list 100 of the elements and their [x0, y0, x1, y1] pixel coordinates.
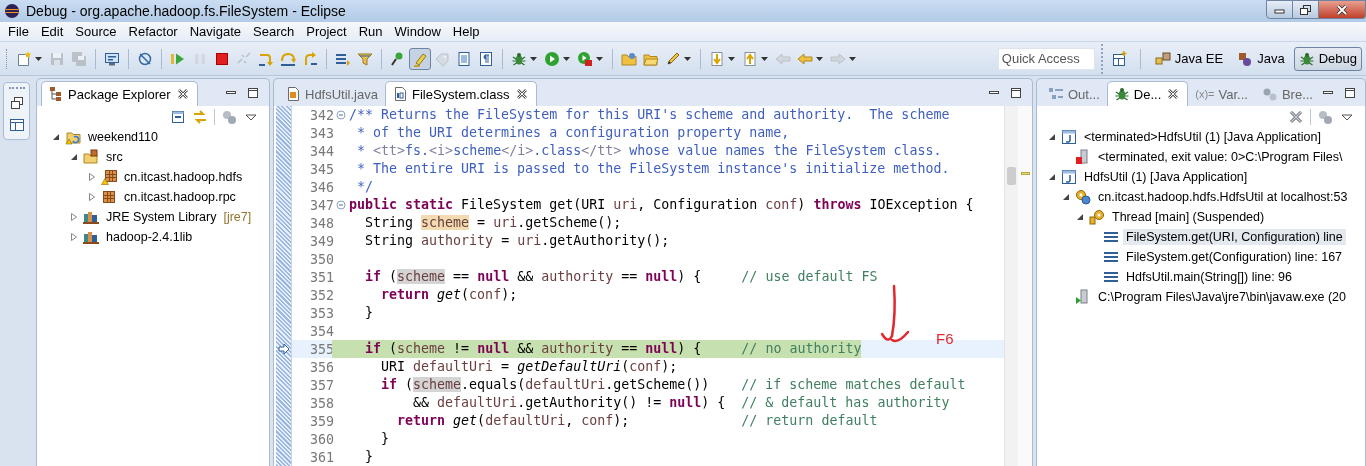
- close-button[interactable]: [1319, 0, 1366, 19]
- package-folder-icon: [83, 149, 99, 165]
- monitor-icon[interactable]: [104, 50, 120, 67]
- line-number: 357: [308, 377, 334, 393]
- view-tab[interactable]: HdfsUtil.java: [278, 81, 385, 106]
- menu-item[interactable]: Help: [446, 23, 486, 40]
- tree-item[interactable]: JRE System Library: [103, 209, 220, 225]
- collapsed-arrow-icon[interactable]: [87, 192, 97, 202]
- tree-item[interactable]: cn.itcast.hadoop.rpc: [121, 189, 239, 205]
- expanded-arrow-icon[interactable]: [1075, 212, 1085, 222]
- tree-item[interactable]: weekend110: [85, 129, 161, 145]
- caret-icon[interactable]: [34, 54, 43, 63]
- slashed-circle-icon[interactable]: [137, 50, 153, 67]
- tree-item[interactable]: hadoop-2.4.1lib: [103, 229, 196, 245]
- play-toolbox-icon[interactable]: [577, 50, 593, 67]
- expanded-arrow-icon[interactable]: [1047, 132, 1057, 142]
- restore-button[interactable]: [1293, 0, 1319, 19]
- project-folder-icon: [65, 129, 81, 145]
- code-line: String scheme = uri.getScheme();: [364, 214, 622, 232]
- perspective-button[interactable]: Debug: [1293, 46, 1362, 71]
- up-curved-arrow-icon[interactable]: [302, 50, 318, 67]
- scrollbar-thumb[interactable]: [1007, 167, 1016, 185]
- tree-item[interactable]: src: [103, 149, 126, 165]
- expanded-arrow-icon[interactable]: [1047, 172, 1057, 182]
- tree-item[interactable]: HdfsUtil.main(String[]) line: 96: [1123, 269, 1296, 285]
- application-window-icon: [1061, 169, 1077, 185]
- expanded-arrow-icon[interactable]: [69, 152, 79, 162]
- code-line: URI defaultUri = getDefaultUri(conf);: [380, 358, 678, 376]
- expanded-arrow-icon[interactable]: [1061, 192, 1071, 202]
- collapse-all-icon[interactable]: [170, 108, 186, 125]
- app-icon: [4, 3, 20, 19]
- bug-icon: [1298, 50, 1315, 67]
- tree-item[interactable]: cn.itcast.hadoop.hdfs.HdfsUtil at localhost:53: [1095, 189, 1351, 205]
- curved-arrow-icon[interactable]: [280, 50, 296, 67]
- line-number: 345: [308, 161, 334, 177]
- caret-icon[interactable]: [562, 54, 571, 63]
- collapsed-arrow-icon[interactable]: [69, 232, 79, 242]
- remove-all-icon[interactable]: [1288, 108, 1304, 125]
- tree-item[interactable]: C:\Program Files\Java\jre7\bin\javaw.exe (20: [1095, 289, 1350, 305]
- menu-item[interactable]: Project: [300, 23, 353, 40]
- pencil-icon[interactable]: [665, 50, 681, 67]
- arrows-filter-icon[interactable]: [357, 50, 373, 67]
- stop-square-icon[interactable]: [214, 50, 230, 67]
- code-line: }: [364, 304, 374, 322]
- document-lines-icon[interactable]: [456, 50, 472, 67]
- view-tab[interactable]: FileSystem.class: [384, 81, 537, 106]
- caret-icon[interactable]: [595, 54, 604, 63]
- code-line: */: [356, 178, 374, 196]
- tree-item[interactable]: Thread [main] (Suspended): [1109, 209, 1268, 225]
- line-number: 350: [308, 251, 334, 267]
- tree-item[interactable]: FileSystem.get(Configuration) line: 167: [1123, 249, 1346, 265]
- package-stack-icon: [1237, 50, 1254, 67]
- menu-item[interactable]: Refactor: [122, 23, 184, 40]
- collapsed-arrow-icon[interactable]: [69, 212, 79, 222]
- package-tree-icon: [48, 86, 64, 102]
- view-tab[interactable]: De...: [1106, 81, 1189, 106]
- books-icon: [83, 229, 99, 245]
- perspective-button[interactable]: Java: [1232, 46, 1290, 71]
- view-tab[interactable]: (x)= Var...: [1188, 81, 1255, 106]
- tree-item[interactable]: FileSystem.get(URI, Configuration) line: [1123, 229, 1346, 245]
- tree-item[interactable]: <terminated, exit value: 0>C:\Program Files\: [1095, 149, 1346, 165]
- menu-item[interactable]: Window: [388, 23, 447, 40]
- perspective-button[interactable]: Java EE: [1149, 46, 1229, 71]
- vertical-scrollbar[interactable]: [1004, 106, 1018, 466]
- caret-icon[interactable]: [529, 54, 538, 63]
- restore-icon[interactable]: [8, 95, 25, 111]
- tree-item[interactable]: cn.itcast.hadoop.hdfs: [121, 169, 246, 185]
- caret-icon[interactable]: [815, 54, 824, 63]
- boxes-icon: [1154, 50, 1171, 67]
- collapsed-arrow-icon[interactable]: [87, 172, 97, 182]
- menu-item[interactable]: Search: [247, 23, 301, 40]
- fold-minus-icon[interactable]: [335, 110, 346, 120]
- tree-item[interactable]: HdfsUtil (1) [Java Application]: [1081, 169, 1251, 185]
- window-plus-icon[interactable]: [1111, 50, 1128, 67]
- window-layout-icon[interactable]: [8, 117, 25, 133]
- caret-icon[interactable]: [683, 54, 692, 63]
- menu-item[interactable]: Edit: [34, 23, 70, 40]
- menu-item[interactable]: Run: [352, 23, 389, 40]
- bug-icon[interactable]: [511, 50, 527, 67]
- fold-minus-icon[interactable]: [335, 200, 346, 210]
- folder-gear-icon[interactable]: [621, 50, 637, 67]
- caret-icon[interactable]: [727, 54, 736, 63]
- tree-item[interactable]: <terminated>HdfsUtil (1) [Java Application]: [1081, 129, 1324, 145]
- new-file-icon[interactable]: [16, 50, 32, 67]
- pilcrow-icon[interactable]: [478, 50, 494, 67]
- menu-item[interactable]: Source: [69, 23, 123, 40]
- expanded-arrow-icon[interactable]: [51, 132, 61, 142]
- view-tab[interactable]: Out...: [1041, 81, 1107, 106]
- code-line: return get(defaultUri, conf); // return default: [396, 412, 878, 430]
- view-tab[interactable]: Package Explorer: [41, 81, 198, 106]
- stack-lines-icon: [1103, 269, 1119, 285]
- view-tab[interactable]: Bre...: [1254, 81, 1320, 106]
- line-number: 361: [308, 449, 334, 465]
- menu-item[interactable]: Navigate: [183, 23, 247, 40]
- line-number: 351: [308, 269, 334, 285]
- caret-icon[interactable]: [760, 54, 769, 63]
- menu-item[interactable]: File: [2, 23, 35, 40]
- server-play-icon: [1075, 289, 1091, 305]
- quick-access-field[interactable]: Quick Access: [997, 47, 1095, 70]
- line-number: 346: [308, 179, 334, 195]
